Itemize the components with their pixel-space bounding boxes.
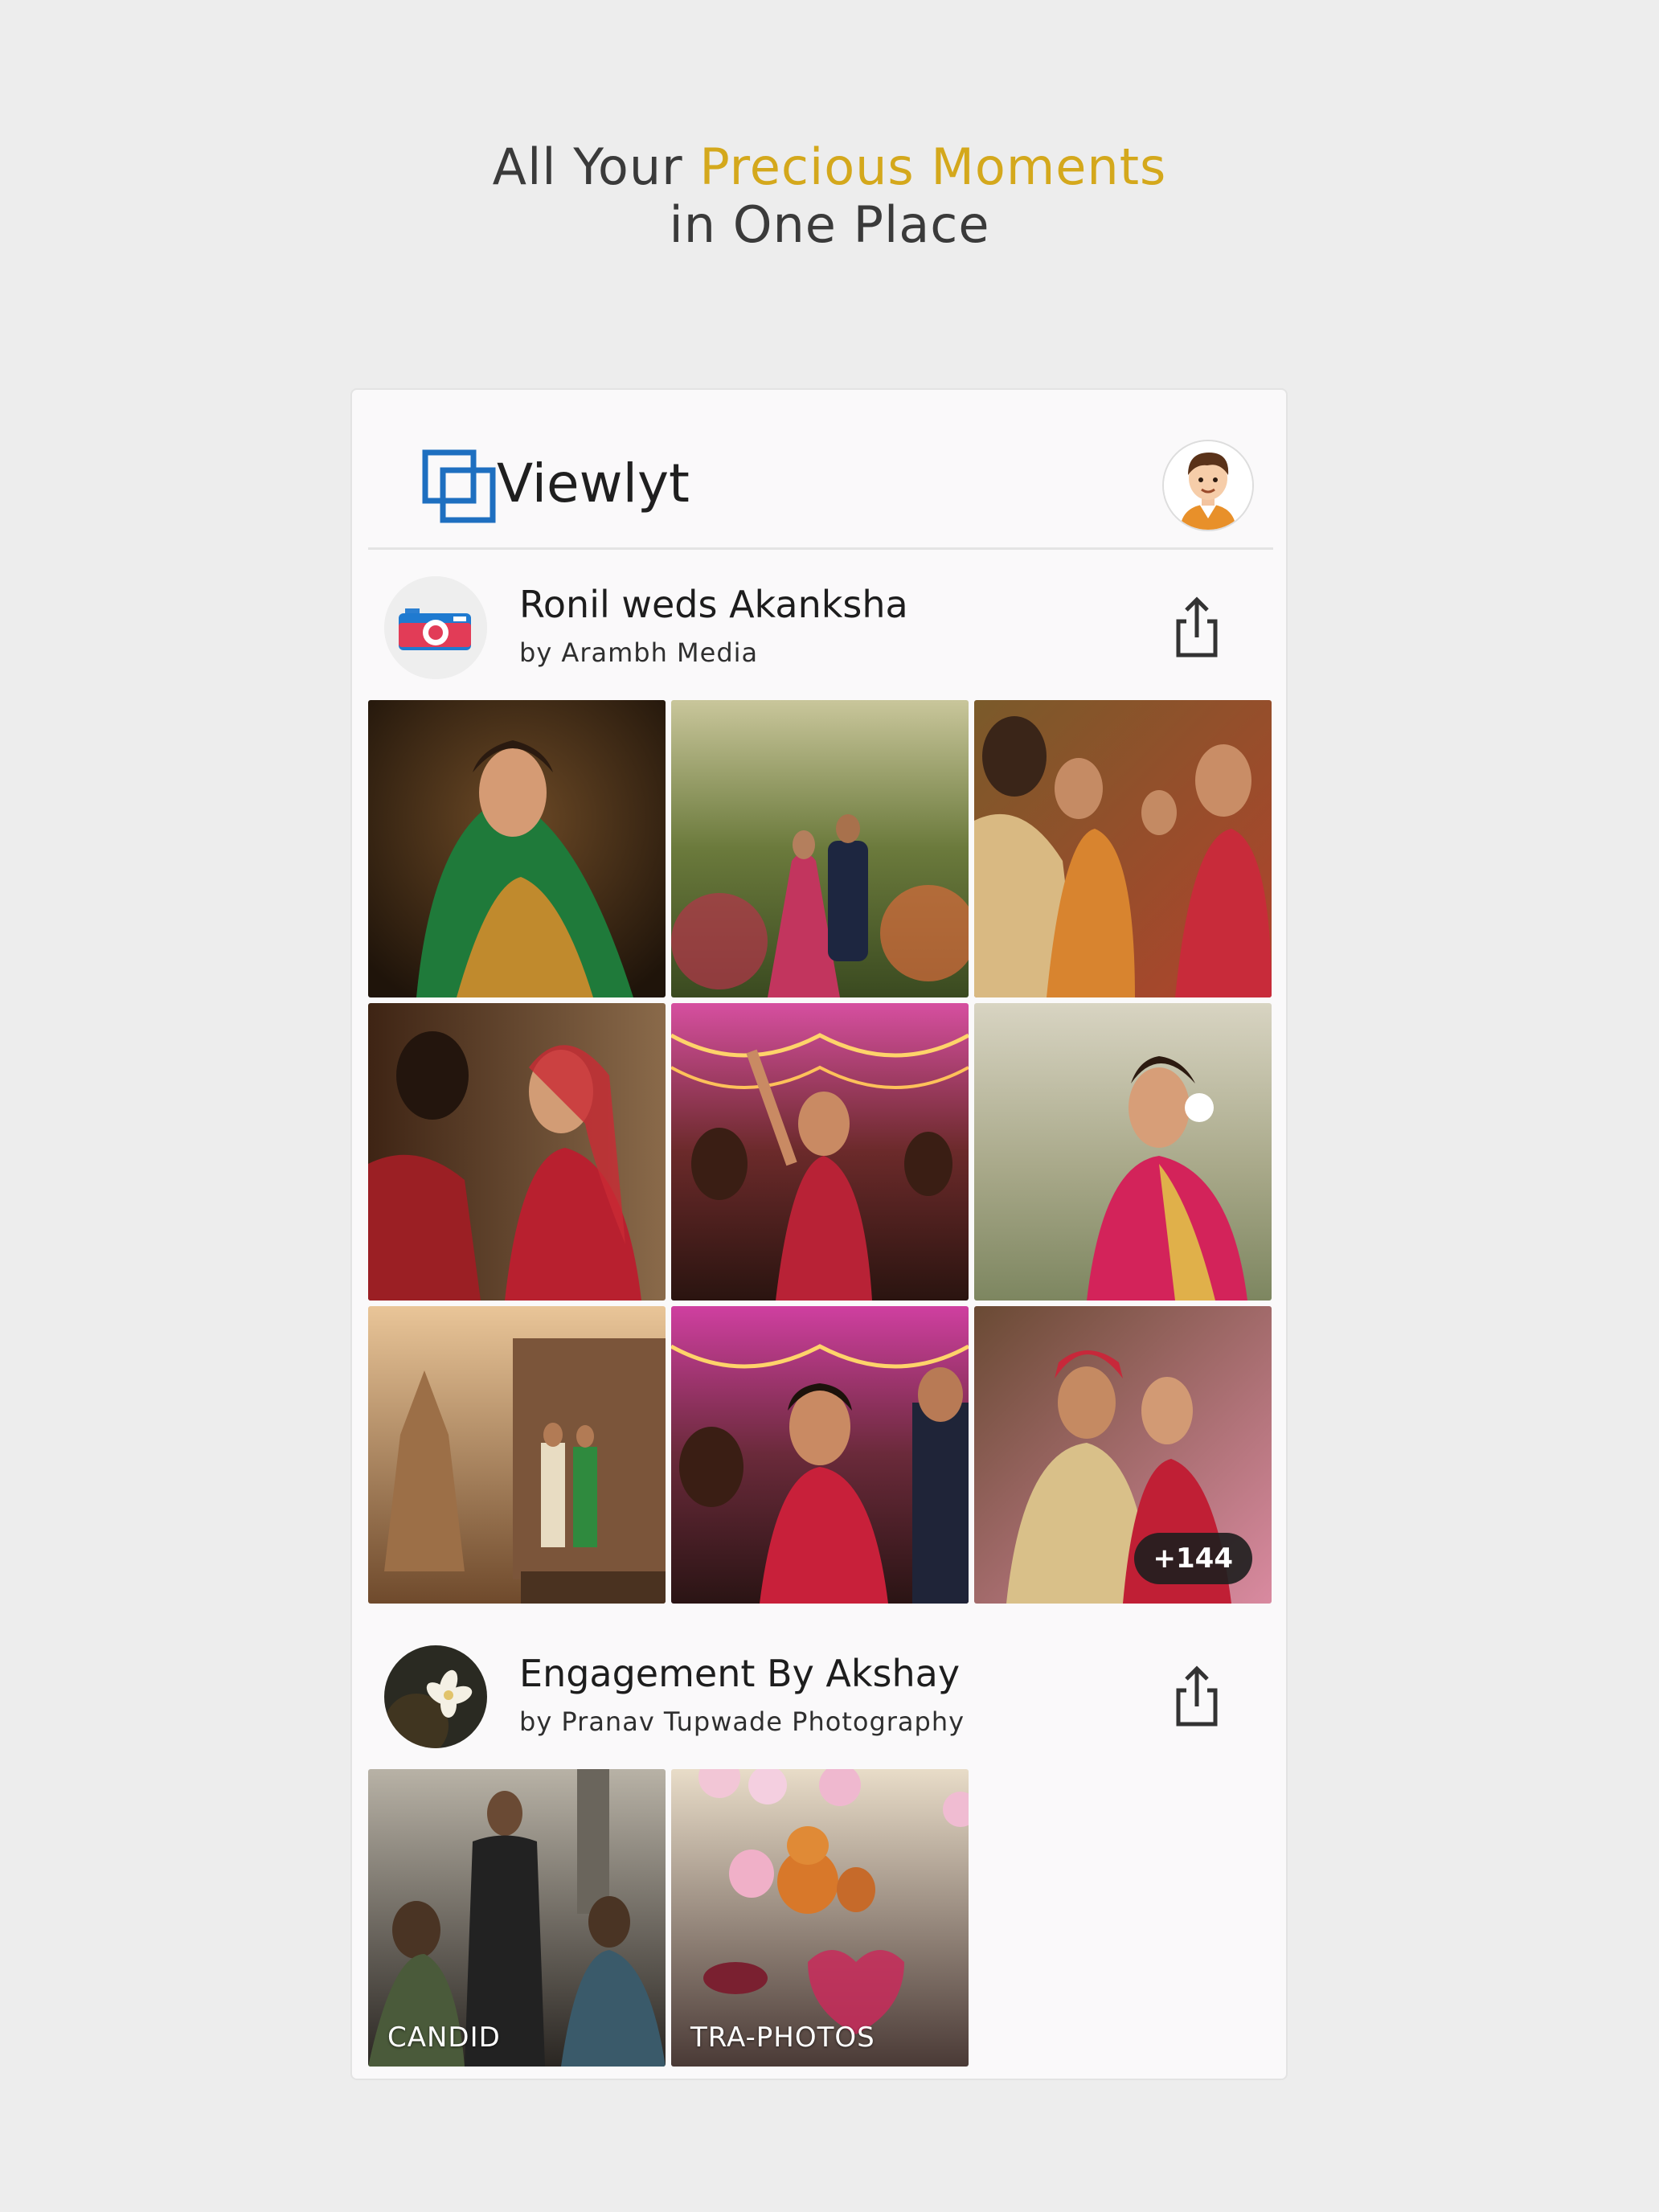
- ceremony-hands-photo[interactable]: [974, 700, 1272, 997]
- bride-green-saree-photo[interactable]: [368, 700, 666, 997]
- album-header: Engagement By Akshay by Pranav Tupwade P…: [368, 1629, 1273, 1766]
- share-icon[interactable]: [1169, 1665, 1225, 1729]
- app-header: Viewlyt: [368, 390, 1273, 550]
- album-title: Engagement By Akshay: [519, 1652, 961, 1695]
- party-lights-photo[interactable]: [671, 1306, 969, 1604]
- album-author: by Pranav Tupwade Photography: [519, 1706, 965, 1737]
- camera-logo-icon[interactable]: [384, 576, 487, 679]
- album-header: Ronil weds Akanksha by Arambh Media: [368, 560, 1273, 697]
- user-avatar-icon[interactable]: [1162, 440, 1254, 531]
- tra-photos-folder-photo[interactable]: TRA-PHOTOS: [671, 1769, 969, 2067]
- headline-accent: Precious Moments: [699, 137, 1167, 196]
- share-icon[interactable]: [1169, 596, 1225, 660]
- album-card: Engagement By Akshay by Pranav Tupwade P…: [368, 1629, 1273, 2079]
- headline-text: All Your: [492, 137, 700, 196]
- more-photos-badge[interactable]: +144: [1133, 1533, 1252, 1584]
- stacked-squares-icon: [422, 449, 496, 523]
- groom-bride-turban-photo[interactable]: +144: [974, 1306, 1272, 1604]
- flower-photo-icon[interactable]: [384, 1645, 487, 1748]
- app-card: Viewlyt Ronil weds Akanksha by Arambh Me…: [350, 388, 1288, 2080]
- headline-line-2: in One Place: [669, 195, 990, 254]
- headline-line-1: All Your Precious Moments: [0, 138, 1659, 196]
- sangeet-dance-photo[interactable]: [671, 1003, 969, 1301]
- headline: All Your Precious Moments in One Place: [0, 138, 1659, 254]
- temple-couple-photo[interactable]: [368, 1306, 666, 1604]
- album-card: Ronil weds Akanksha by Arambh Media +144: [368, 560, 1273, 1653]
- album-title: Ronil weds Akanksha: [519, 583, 908, 626]
- bride-red-lehenga-photo[interactable]: [368, 1003, 666, 1301]
- bride-outdoor-portrait-photo[interactable]: [974, 1003, 1272, 1301]
- album-author: by Arambh Media: [519, 637, 759, 668]
- folder-label: CANDID: [387, 2022, 501, 2054]
- app-name: Viewlyt: [497, 453, 690, 514]
- couple-garden-walk-photo[interactable]: [671, 700, 969, 997]
- candid-folder-photo[interactable]: CANDID: [368, 1769, 666, 2067]
- folder-label: TRA-PHOTOS: [690, 2022, 875, 2054]
